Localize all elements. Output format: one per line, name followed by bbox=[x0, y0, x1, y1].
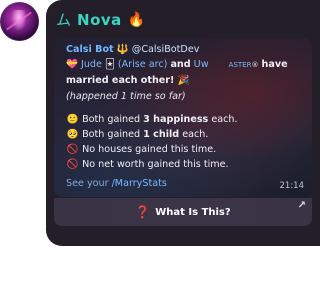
sender-name[interactable]: Nova bbox=[77, 11, 122, 29]
prohibited-icon: 🚫 bbox=[66, 159, 79, 171]
sender-glyph: ム bbox=[56, 11, 72, 29]
heart-icon: 💝 bbox=[66, 59, 78, 71]
user-link-aster[interactable]: ASTER bbox=[229, 61, 252, 69]
bot-handle[interactable]: @CalsiBotDev bbox=[132, 44, 200, 55]
marrystats-command[interactable]: /MarryStats bbox=[112, 178, 167, 189]
message-card: Calsi Bot 🔱 @CalsiBotDev 💝 Jude 🃏 (Arise… bbox=[54, 38, 312, 197]
card-icon: 🃏 bbox=[104, 59, 115, 71]
pleading-face-icon: 🥺 bbox=[66, 129, 79, 141]
have-text: have bbox=[261, 59, 288, 71]
message-bubble: ム Nova 🔥 Calsi Bot 🔱 @CalsiBotDev 💝 Jude… bbox=[46, 0, 320, 246]
stat-networth: 🚫 No net worth gained this time. bbox=[66, 157, 304, 172]
message-time: 21:14 bbox=[279, 181, 305, 191]
fire-icon: 🔥 bbox=[127, 11, 146, 28]
open-link-icon: ↗ bbox=[297, 200, 306, 211]
user-link-jude[interactable]: Jude bbox=[81, 59, 102, 70]
question-icon: ❓ bbox=[135, 205, 151, 219]
user-link-uw[interactable]: Uw bbox=[194, 59, 209, 70]
sender-header: ム Nova 🔥 bbox=[56, 9, 145, 30]
stats-footer: See your /MarryStats bbox=[66, 178, 167, 189]
bot-name[interactable]: Calsi Bot bbox=[66, 44, 114, 55]
marriage-line-1: 💝 Jude 🃏 (Arise arc) and Uw ASTER® have bbox=[66, 59, 288, 71]
bot-line: Calsi Bot 🔱 @CalsiBotDev bbox=[66, 42, 304, 57]
arc-tag[interactable]: (Arise arc) bbox=[118, 59, 168, 70]
what-is-this-label: What Is This? bbox=[155, 206, 231, 218]
avatar[interactable] bbox=[0, 2, 39, 41]
prohibited-icon: 🚫 bbox=[66, 144, 79, 156]
stat-child: 🥺 Both gained 1 child each. bbox=[66, 127, 304, 142]
marriage-line-2: married each other! 🎉 bbox=[66, 75, 190, 87]
and-text: and bbox=[170, 59, 191, 71]
stat-happiness: 🙂 Both gained 3 happiness each. bbox=[66, 112, 304, 127]
what-is-this-button[interactable]: ❓ What Is This? ↗ bbox=[54, 198, 312, 226]
card-content: Calsi Bot 🔱 @CalsiBotDev 💝 Jude 🃏 (Arise… bbox=[66, 42, 304, 173]
smile-icon: 🙂 bbox=[66, 113, 79, 125]
trident-icon: 🔱 bbox=[116, 44, 129, 55]
stat-houses: 🚫 No houses gained this time. bbox=[66, 142, 304, 157]
happened-note: (happened 1 time so far) bbox=[66, 90, 186, 102]
